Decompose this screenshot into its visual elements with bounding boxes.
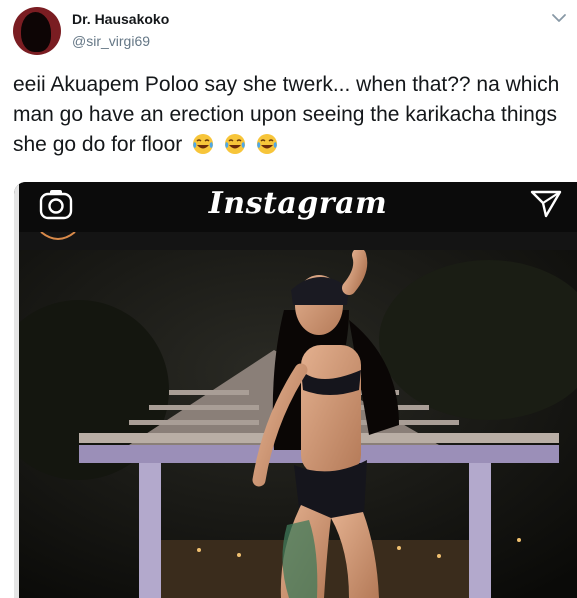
send-icon	[530, 190, 562, 218]
tweet-card: Dr. Hausakoko @sir_virgi69 eeii Akuapem …	[0, 0, 577, 598]
story-strip	[19, 232, 577, 250]
author-display-name[interactable]: Dr. Hausakoko	[72, 11, 169, 27]
author-handle[interactable]: @sir_virgi69	[72, 33, 150, 49]
photo-scene	[19, 250, 577, 598]
tweet-body: eeii Akuapem Poloo say she twerk... when…	[13, 73, 560, 156]
chevron-down-icon[interactable]	[551, 12, 567, 24]
face-with-tears-of-joy-icon	[193, 134, 214, 154]
face-with-tears-of-joy-icon	[257, 134, 278, 154]
photo	[19, 250, 577, 598]
story-ring	[40, 232, 76, 240]
avatar-silhouette	[21, 12, 51, 52]
tweet-text: eeii Akuapem Poloo say she twerk... when…	[13, 70, 561, 160]
avatar[interactable]	[13, 7, 61, 55]
instagram-title: Instagram	[208, 186, 388, 221]
instagram-header: Instagram	[19, 182, 577, 232]
face-with-tears-of-joy-icon	[225, 134, 246, 154]
tweet-media-image[interactable]: Instagram	[14, 182, 577, 598]
